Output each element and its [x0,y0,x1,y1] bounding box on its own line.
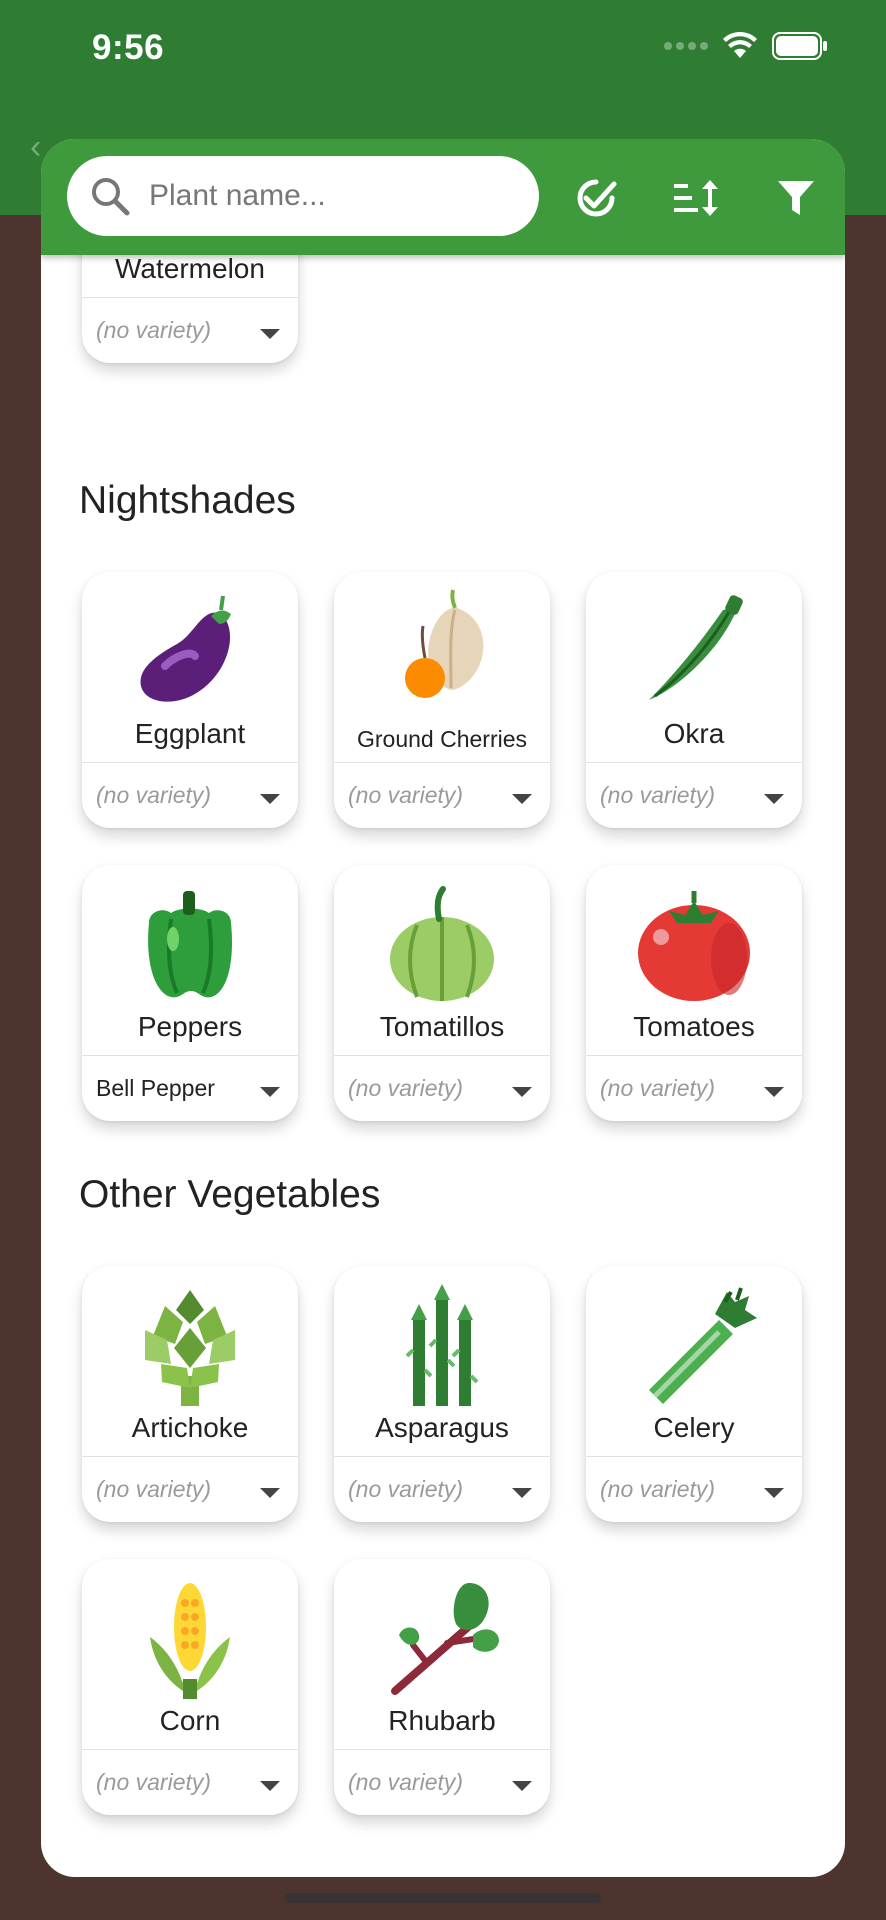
variety-select[interactable]: (no variety) [348,1769,463,1796]
tomatillo-icon [334,879,550,1009]
variety-select[interactable]: (no variety) [96,317,211,344]
sort-button[interactable] [671,173,721,223]
plant-card-artichoke[interactable]: Artichoke (no variety) [82,1266,298,1522]
variety-select[interactable]: (no variety) [96,1476,211,1503]
section-title-nightshades: Nightshades [79,479,296,522]
variety-select[interactable]: Bell Pepper [96,1075,215,1102]
wifi-icon [723,32,757,58]
rhubarb-icon [334,1573,550,1703]
dropdown-arrow-icon[interactable] [260,794,280,804]
search-bar[interactable] [67,156,539,236]
plant-card-corn[interactable]: Corn (no variety) [82,1559,298,1815]
variety-select[interactable]: (no variety) [600,1075,715,1102]
sheet-header [41,139,845,255]
dropdown-arrow-icon[interactable] [260,1087,280,1097]
plant-name: Asparagus [375,1412,509,1443]
back-icon[interactable]: ‹ [30,128,41,167]
ground-cherries-icon [334,586,550,716]
plant-card-tomatoes[interactable]: Tomatoes (no variety) [586,865,802,1121]
plant-name: Celery [653,1412,735,1443]
variety-select[interactable]: (no variety) [96,782,211,809]
dropdown-arrow-icon[interactable] [260,1781,280,1791]
dropdown-arrow-icon[interactable] [512,1087,532,1097]
variety-select[interactable]: (no variety) [348,782,463,809]
plant-card-rhubarb[interactable]: Rhubarb (no variety) [334,1559,550,1815]
dropdown-arrow-icon[interactable] [512,1781,532,1791]
search-input[interactable] [147,178,511,214]
variety-select[interactable]: (no variety) [348,1476,463,1503]
artichoke-icon [82,1280,298,1410]
plant-name: Peppers [137,1011,243,1042]
asparagus-icon [334,1280,550,1410]
plant-picker-sheet: Watermelon (no variety) Nightshades Eggp… [41,139,845,1877]
dropdown-arrow-icon[interactable] [764,1087,784,1097]
plant-name: Eggplant [134,718,246,749]
select-all-button[interactable] [571,173,621,223]
dropdown-arrow-icon[interactable] [512,1488,532,1498]
sort-icon [674,180,718,216]
search-icon [92,178,130,216]
plant-card-eggplant[interactable]: Eggplant (no variety) [82,572,298,828]
variety-select[interactable]: (no variety) [348,1075,463,1102]
corn-icon [82,1573,298,1703]
plant-name: Rhubarb [388,1705,496,1736]
variety-select[interactable]: (no variety) [600,1476,715,1503]
signal-icon [664,42,708,50]
okra-icon [586,586,802,716]
dropdown-arrow-icon[interactable] [260,329,280,339]
status-icons [664,32,828,60]
battery-icon [772,32,827,60]
check-all-icon [577,179,617,217]
plant-card-tomatillos[interactable]: Tomatillos (no variety) [334,865,550,1121]
section-title-other-vegetables: Other Vegetables [79,1173,381,1216]
celery-icon [586,1280,802,1410]
pepper-icon [82,879,298,1009]
plant-card-celery[interactable]: Celery (no variety) [586,1266,802,1522]
plant-name: Okra [663,718,725,749]
plant-name: Artichoke [131,1412,249,1443]
status-time: 9:56 [92,28,165,67]
plant-card-asparagus[interactable]: Asparagus (no variety) [334,1266,550,1522]
variety-select[interactable]: (no variety) [600,782,715,809]
plant-card-ground-cherries[interactable]: Ground Cherries (no variety) [334,572,550,828]
variety-select[interactable]: (no variety) [96,1769,211,1796]
dropdown-arrow-icon[interactable] [260,1488,280,1498]
dropdown-arrow-icon[interactable] [764,794,784,804]
dropdown-arrow-icon[interactable] [512,794,532,804]
tomato-icon [586,879,802,1009]
plant-name: Corn [159,1705,221,1736]
filter-icon [778,181,814,215]
plant-name: Tomatillos [379,1011,505,1042]
plant-name: Watermelon [115,253,265,284]
dropdown-arrow-icon[interactable] [764,1488,784,1498]
plant-name: Ground Cherries [356,726,528,752]
plant-card-peppers[interactable]: Peppers Bell Pepper [82,865,298,1121]
plant-card-okra[interactable]: Okra (no variety) [586,572,802,828]
plant-name: Tomatoes [633,1011,755,1042]
home-indicator [285,1893,601,1903]
filter-button[interactable] [771,173,821,223]
eggplant-icon [82,586,298,716]
